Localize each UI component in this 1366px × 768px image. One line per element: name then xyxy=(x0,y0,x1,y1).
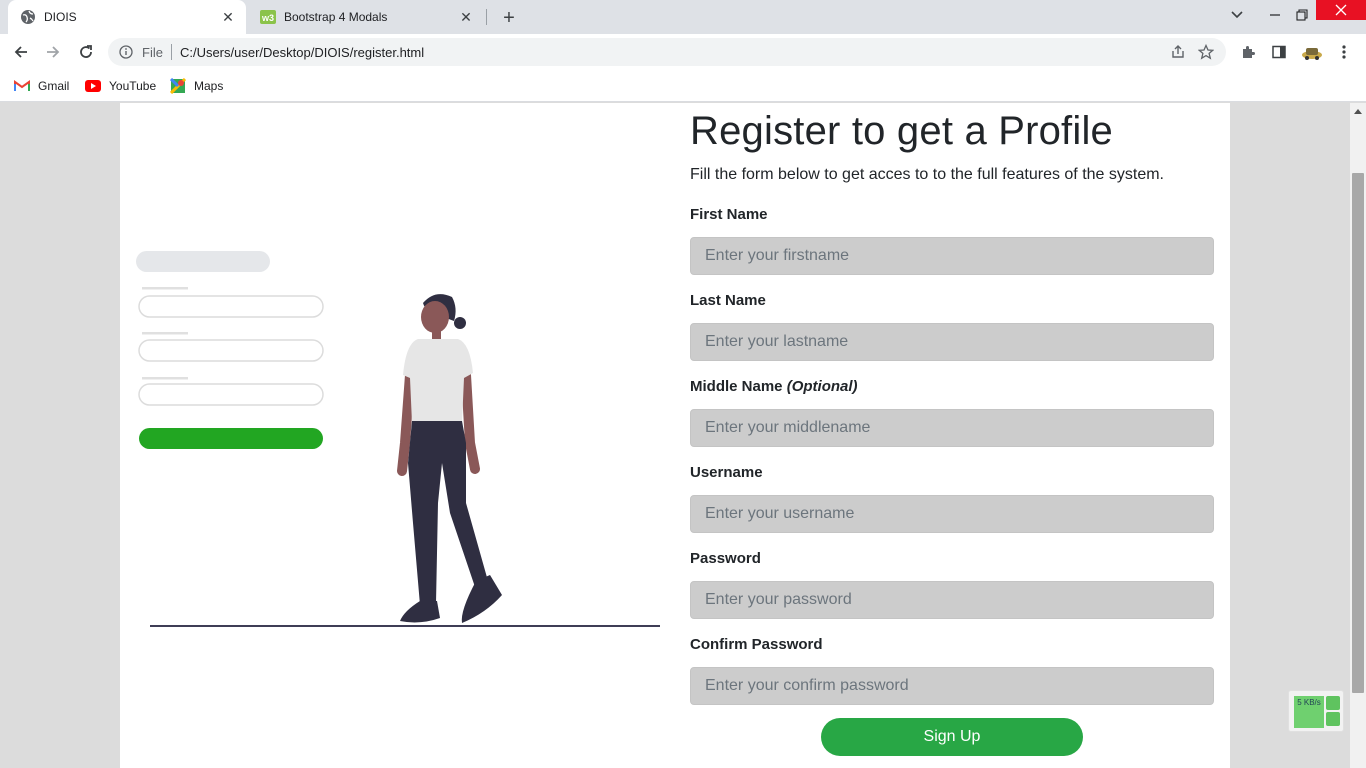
tab-diois[interactable]: DIOIS ✕ xyxy=(8,0,246,34)
register-container: Register to get a Profile Fill the form … xyxy=(120,103,1230,768)
new-tab-button[interactable]: + xyxy=(497,6,521,30)
minimize-icon xyxy=(1270,14,1280,16)
globe-icon xyxy=(20,9,36,25)
page-viewport: Register to get a Profile Fill the form … xyxy=(0,103,1350,768)
star-icon[interactable] xyxy=(1192,40,1220,64)
middle-name-group: Middle Name (Optional) xyxy=(690,378,1214,447)
sign-up-button[interactable]: Sign Up xyxy=(821,718,1083,756)
url-text[interactable]: C:/Users/user/Desktop/DIOIS/register.htm… xyxy=(180,45,1164,60)
extensions-button[interactable] xyxy=(1234,39,1262,65)
share-icon[interactable] xyxy=(1164,40,1192,64)
username-label: Username xyxy=(690,464,763,481)
password-label: Password xyxy=(690,550,761,567)
last-name-group: Last Name xyxy=(690,292,1214,361)
first-name-input[interactable] xyxy=(690,237,1214,275)
minimize-button[interactable] xyxy=(1260,0,1290,30)
mock-input xyxy=(138,383,324,406)
puzzle-icon xyxy=(1243,46,1255,58)
tab-bootstrap-modals[interactable]: w3 Bootstrap 4 Modals ✕ xyxy=(248,0,484,34)
speed-readout: 5 KB/s xyxy=(1294,696,1324,728)
scheme-label: File xyxy=(142,44,163,60)
maps-icon xyxy=(170,78,186,94)
mock-label-line xyxy=(142,377,188,380)
bookmark-youtube[interactable]: YouTube xyxy=(85,76,156,96)
confirm-password-input[interactable] xyxy=(690,667,1214,705)
gmail-icon xyxy=(14,78,30,94)
username-input[interactable] xyxy=(690,495,1214,533)
mock-input xyxy=(138,295,324,318)
svg-text:w3: w3 xyxy=(261,13,274,23)
close-icon xyxy=(1335,4,1347,16)
bookmark-label: Maps xyxy=(194,79,224,93)
side-panel-button[interactable] xyxy=(1265,39,1293,65)
close-tab-icon[interactable]: ✕ xyxy=(456,7,476,27)
woman-figure xyxy=(397,294,502,623)
youtube-icon xyxy=(85,78,101,94)
scroll-thumb[interactable] xyxy=(1352,173,1364,693)
first-name-group: First Name xyxy=(690,206,1214,275)
browser-toolbar: File C:/Users/user/Desktop/DIOIS/registe… xyxy=(0,34,1366,70)
widget-up-icon xyxy=(1326,696,1340,710)
bookmark-label: YouTube xyxy=(109,79,157,93)
avatar-icon xyxy=(1302,48,1322,60)
arrow-right-icon xyxy=(47,46,60,58)
last-name-input[interactable] xyxy=(690,323,1214,361)
w3schools-icon: w3 xyxy=(260,9,276,25)
middle-name-label: Middle Name (Optional) xyxy=(690,378,1214,398)
profile-avatar[interactable] xyxy=(1298,39,1326,65)
signup-illustration xyxy=(120,103,680,768)
info-icon[interactable] xyxy=(118,44,134,60)
last-name-label: Last Name xyxy=(690,292,766,309)
bookmark-gmail[interactable]: Gmail xyxy=(14,76,69,96)
reload-icon xyxy=(80,45,92,58)
close-tab-icon[interactable]: ✕ xyxy=(218,7,238,27)
network-speed-widget[interactable]: 5 KB/s xyxy=(1288,690,1344,732)
address-bar[interactable]: File C:/Users/user/Desktop/DIOIS/registe… xyxy=(108,38,1226,66)
menu-button[interactable] xyxy=(1330,39,1358,65)
mock-form-header xyxy=(136,251,270,272)
mock-input xyxy=(138,339,324,362)
page-title: Register to get a Profile xyxy=(690,109,1113,153)
tab-search-button[interactable] xyxy=(1224,0,1250,30)
username-group: Username xyxy=(690,464,1214,533)
mock-button xyxy=(139,428,323,449)
omnibox-divider xyxy=(170,44,172,60)
middle-name-label-text: Middle Name xyxy=(690,378,783,395)
mock-label-line xyxy=(142,287,188,290)
optional-note: (Optional) xyxy=(786,378,858,395)
confirm-password-label: Confirm Password xyxy=(690,636,823,653)
page-scrollbar[interactable] xyxy=(1350,103,1366,768)
restore-button[interactable] xyxy=(1288,0,1316,30)
side-panel-icon xyxy=(1272,45,1286,59)
password-input[interactable] xyxy=(690,581,1214,619)
first-name-label: First Name xyxy=(690,206,768,223)
tab-title: DIOIS xyxy=(44,10,77,24)
confirm-password-group: Confirm Password xyxy=(690,636,1214,705)
mock-label-line xyxy=(142,332,188,335)
tab-separator xyxy=(486,9,487,25)
back-button[interactable] xyxy=(8,39,34,65)
widget-down-icon xyxy=(1326,712,1340,726)
reload-button[interactable] xyxy=(73,39,99,65)
scroll-up-arrow-icon[interactable] xyxy=(1350,103,1366,119)
arrow-left-icon xyxy=(14,46,27,58)
bookmark-label: Gmail xyxy=(38,79,70,93)
chevron-down-icon xyxy=(1231,11,1243,19)
password-group: Password xyxy=(690,550,1214,619)
middle-name-input[interactable] xyxy=(690,409,1214,447)
tab-title: Bootstrap 4 Modals xyxy=(284,10,388,24)
forward-button[interactable] xyxy=(40,39,66,65)
kebab-menu-icon xyxy=(1342,45,1346,59)
page-subtitle: Fill the form below to get acces to to t… xyxy=(690,166,1164,183)
tab-strip: DIOIS ✕ w3 Bootstrap 4 Modals ✕ + xyxy=(0,0,1366,34)
restore-icon xyxy=(1296,9,1308,21)
bookmark-maps[interactable]: Maps xyxy=(170,76,223,96)
close-window-button[interactable] xyxy=(1316,0,1366,20)
bookmarks-bar: Gmail YouTube Maps xyxy=(0,70,1366,102)
